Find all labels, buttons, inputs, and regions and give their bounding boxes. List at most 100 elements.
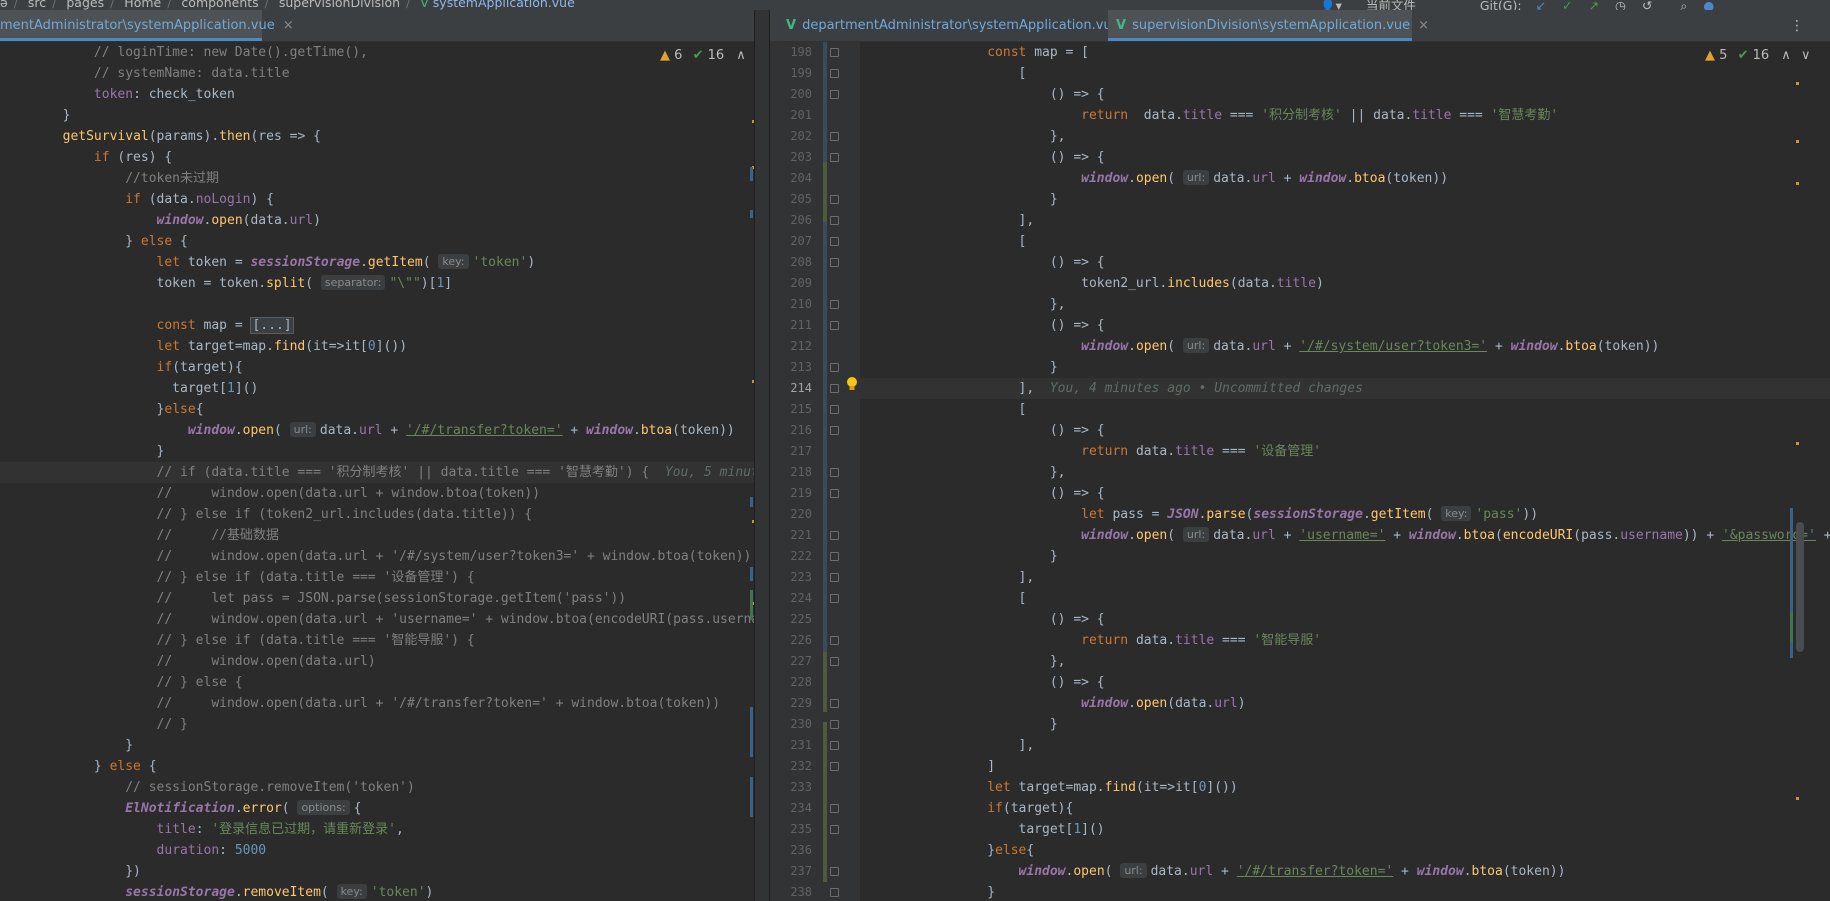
line-number: 217 [790,444,812,458]
blame-annotation: You, 4 minutes ago • Uncommitted changes [1049,381,1363,396]
close-icon[interactable]: × [283,18,294,33]
line-number: 205 [790,192,812,206]
fold-marker-icon[interactable] [830,300,839,309]
breadcrumb-separator: ə [0,0,8,10]
rollback-icon[interactable]: ↺ [1642,0,1652,10]
more-icon[interactable]: ⋮ [1790,10,1804,42]
fold-marker-icon[interactable] [830,405,839,414]
fold-marker-icon[interactable] [830,237,839,246]
fold-marker-icon[interactable] [830,594,839,603]
editor-splitter[interactable] [754,10,770,901]
chevron-up-icon[interactable]: ∧ [736,48,746,63]
right-tab-bar: VdepartmentAdministrator\systemApplicati… [770,10,1830,42]
warning-marker[interactable] [1796,182,1799,185]
search-icon[interactable]: ⌕ [1680,0,1687,10]
line-number: 198 [790,45,812,59]
line-number: 202 [790,129,812,143]
fold-marker-icon[interactable] [830,573,839,582]
line-number: 215 [790,402,812,416]
fold-marker-icon[interactable] [830,90,839,99]
vcs-change-bar [823,652,827,712]
gutter: 198 199 200 201 202 203 204 205 206 207 208 209 210 2… [770,42,860,901]
warning-marker[interactable] [1796,797,1799,800]
fold-marker-icon[interactable] [830,867,839,876]
fold-marker-icon[interactable] [830,363,839,372]
fold-marker-icon[interactable] [830,258,839,267]
fold-marker-icon[interactable] [830,825,839,834]
warning-marker[interactable] [752,520,754,523]
breadcrumb-item-pages[interactable]: pages [66,0,104,10]
fold-marker-icon[interactable] [830,741,839,750]
line-number: 227 [790,654,812,668]
line-number: 223 [790,570,812,584]
line-number: 219 [790,486,812,500]
fold-marker-icon[interactable] [830,552,839,561]
warning-marker[interactable] [752,380,754,383]
fold-marker-icon[interactable] [830,468,839,477]
fold-marker-icon[interactable] [830,636,839,645]
breadcrumb-item-components[interactable]: components [181,0,258,10]
right-editor[interactable]: 198 199 200 201 202 203 204 205 206 207 208 209 210 2… [770,42,1830,901]
fold-marker-icon[interactable] [830,153,839,162]
line-number: 231 [790,738,812,752]
fold-marker-icon[interactable] [830,762,839,771]
tab-supervision-file[interactable]: VsupervisionDivision\systemApplication.v… [1108,10,1429,41]
breadcrumb-item-supervision[interactable]: supervisionDivision [279,0,400,10]
fold-marker-icon[interactable] [830,720,839,729]
fold-marker-icon[interactable] [830,195,839,204]
git-push-icon[interactable]: ↗ [1588,0,1598,10]
change-marker [750,707,753,757]
left-editor[interactable]: ▲ 6 ✔ 16 ∧ ∨ // loginTime: new Date().ge… [0,42,754,901]
user-icon[interactable]: 👤▾ [1320,0,1342,10]
tab-label: departmentAdministrator\systemApplicatio… [802,18,1120,33]
fold-marker-icon[interactable] [830,531,839,540]
line-number: 204 [790,171,812,185]
line-number: 230 [790,717,812,731]
line-number: 209 [790,276,812,290]
tab-left-file[interactable]: mentAdministrator\systemApplication.vue × [0,10,294,41]
tab-department-file[interactable]: VdepartmentAdministrator\systemApplicati… [778,10,1139,41]
fold-marker-icon[interactable] [830,804,839,813]
git-update-icon[interactable]: ↙ [1536,0,1546,10]
line-number: 203 [790,150,812,164]
fold-marker-icon[interactable] [830,48,839,57]
fold-marker-icon[interactable] [830,321,839,330]
breadcrumb-current-file[interactable]: systemApplication.vue [433,0,575,10]
line-number: 234 [790,801,812,815]
git-commit-icon[interactable]: ✓ [1562,0,1572,10]
line-number: 216 [790,423,812,437]
breadcrumb-item-home[interactable]: Home [124,0,161,10]
warning-marker[interactable] [1796,442,1799,445]
change-marker [1790,612,1793,642]
fold-marker-icon[interactable] [830,657,839,666]
history-icon[interactable]: ◷ [1615,0,1626,10]
line-number: 213 [790,360,812,374]
warning-marker[interactable] [1796,140,1799,143]
tab-label: mentAdministrator\systemApplication.vue [0,18,275,33]
code-area: const map = [ [ () => { return data.titl… [862,45,1830,900]
fold-marker-icon[interactable] [830,426,839,435]
run-config-select[interactable]: 当前文件 [1366,0,1416,10]
fold-marker-icon[interactable] [830,216,839,225]
close-icon[interactable]: × [1418,18,1429,33]
inspection-widget[interactable]: ▲ 6 ✔ 16 ∧ ∨ [660,48,754,63]
lightbulb-icon[interactable] [845,376,859,392]
scrollbar-thumb[interactable] [1796,522,1804,652]
fold-marker-icon[interactable] [830,132,839,141]
fold-marker-icon[interactable] [830,384,839,393]
fold-marker-icon[interactable] [830,888,839,897]
fold-marker-icon[interactable] [830,699,839,708]
line-number: 236 [790,843,812,857]
warning-marker[interactable] [1796,82,1799,85]
line-number: 201 [790,108,812,122]
line-number: 220 [790,507,812,521]
fold-marker-icon[interactable] [830,489,839,498]
line-number: 212 [790,339,812,353]
update-icon[interactable]: ● [1703,0,1714,10]
breadcrumb-item-src[interactable]: src [28,0,46,10]
warning-marker[interactable] [752,120,754,123]
line-number: 228 [790,675,812,689]
vcs-change-bar [823,162,827,222]
blame-annotation: You, 5 minutes ago [664,465,754,480]
fold-marker-icon[interactable] [830,69,839,78]
